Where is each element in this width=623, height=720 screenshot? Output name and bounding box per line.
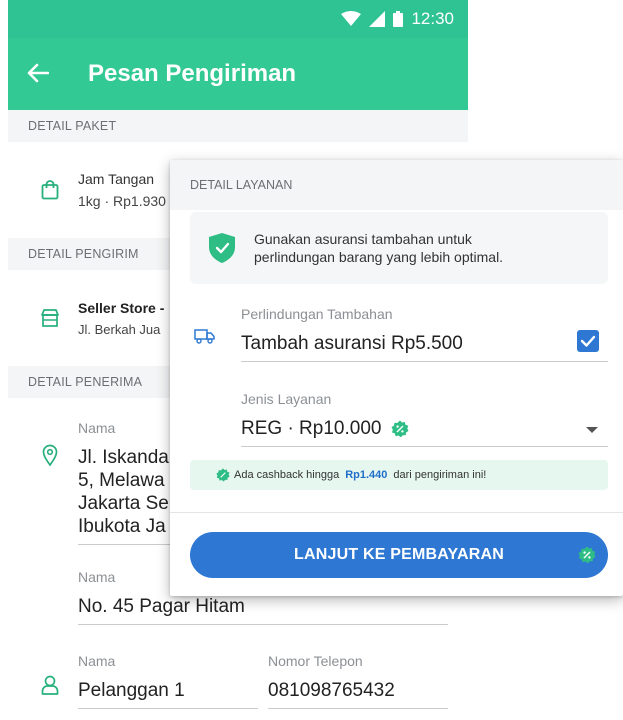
recipient-name-row: Nama Pelanggan 1 Nomor Telepon 081098765… [8, 625, 468, 709]
jenis-select[interactable]: REG · Rp10.000 [241, 407, 608, 447]
user-icon [41, 675, 59, 695]
shopping-bag-icon [41, 180, 59, 200]
sender-address: Jl. Berkah Jua [78, 321, 161, 337]
battery-icon [393, 11, 404, 27]
app-bar: Pesan Pengiriman [8, 38, 468, 110]
insurance-notice-text: Gunakan asuransi tambahan untuk perlindu… [254, 231, 504, 265]
sender-name: Seller Store - [78, 299, 165, 316]
jenis-value: REG · Rp10.000 [241, 418, 382, 439]
back-button[interactable] [8, 60, 68, 88]
continue-to-payment-button[interactable]: LANJUT KE PEMBAYARAN [190, 532, 608, 578]
perlindungan-label: Perlindungan Tambahan [241, 306, 393, 322]
name-field[interactable]: Pelanggan 1 [78, 669, 258, 709]
cashback-badge-icon [578, 546, 596, 564]
cashback-amount: Rp1.440 [345, 469, 388, 481]
insurance-notice: Gunakan asuransi tambahan untuk perlindu… [190, 212, 608, 284]
item-detail: 1kg · Rp1.930 [78, 193, 166, 209]
dialog-divider [170, 512, 623, 513]
cashback-badge-icon [391, 420, 409, 437]
cashback-notice: Ada cashback hingga Rp1.440 dari pengiri… [190, 460, 608, 490]
shield-check-icon [209, 233, 235, 263]
perlindungan-field[interactable]: Tambah asuransi Rp5.500 [241, 322, 608, 362]
service-detail-dialog: DETAIL LAYANAN Gunakan asuransi tambahan… [170, 160, 623, 596]
wifi-icon [341, 11, 362, 26]
checkmark-icon [580, 335, 596, 347]
dropdown-arrow-icon [586, 427, 598, 433]
perlindungan-row: Perlindungan Tambahan Tambah asuransi Rp… [170, 300, 623, 366]
section-label-paket: DETAIL PAKET [8, 110, 468, 142]
location-pin-icon [42, 444, 58, 466]
dialog-header: DETAIL LAYANAN [170, 160, 623, 210]
cashback-prefix: Ada cashback hingga [234, 469, 340, 481]
truck-icon [194, 329, 215, 344]
jenis-layanan-row: Jenis Layanan REG · Rp10.000 [170, 385, 623, 451]
jenis-label: Jenis Layanan [241, 391, 332, 407]
insurance-checkbox[interactable] [577, 330, 599, 352]
phone-value: 081098765432 [268, 680, 395, 701]
cashback-badge-small-icon [216, 468, 230, 482]
name-value: Pelanggan 1 [78, 680, 185, 701]
name-label: Nama [78, 653, 116, 669]
page-title: Pesan Pengiriman [88, 60, 297, 87]
phone-field[interactable]: 081098765432 [268, 669, 448, 709]
continue-button-label: LANJUT KE PEMBAYARAN [294, 546, 504, 563]
status-bar: 12:30 [8, 0, 468, 38]
arrow-left-icon [27, 63, 50, 83]
phone-label: Nomor Telepon [268, 653, 363, 669]
detail-value: No. 45 Pagar Hitam [78, 596, 245, 617]
signal-icon [369, 11, 386, 27]
item-name: Jam Tangan [78, 171, 155, 187]
cashback-suffix: dari pengiriman ini! [393, 469, 487, 481]
perlindungan-value: Tambah asuransi Rp5.500 [241, 333, 463, 354]
status-time: 12:30 [411, 9, 454, 28]
store-icon [41, 309, 59, 327]
